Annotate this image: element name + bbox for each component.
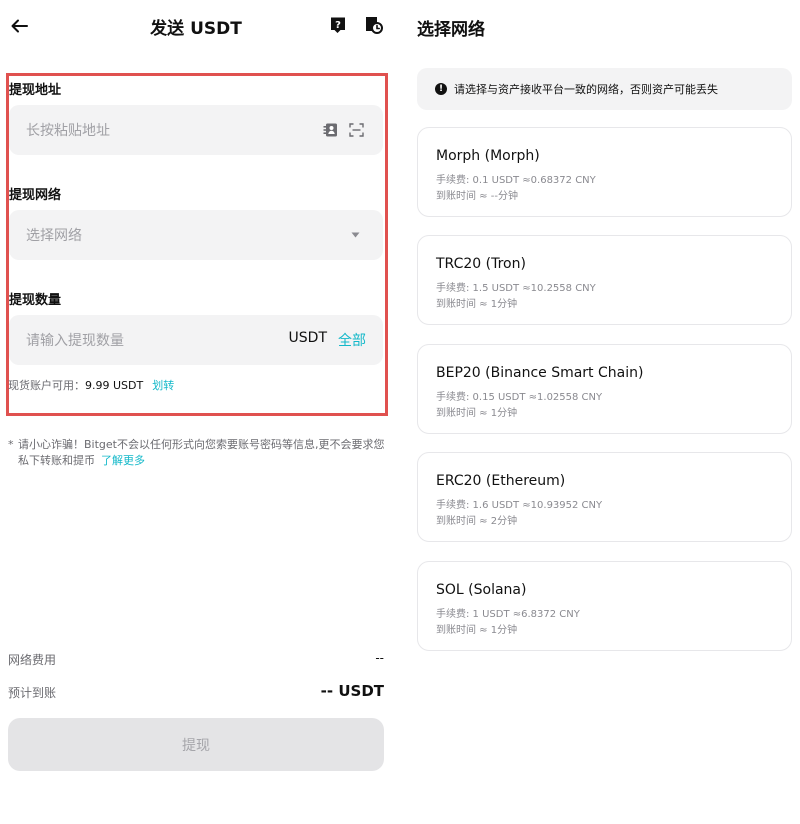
network-name: BEP20 (Binance Smart Chain) xyxy=(436,365,644,381)
fraud-warning: * 请小心诈骗！Bitget不会以任何形式向您索要账号密码等信息,更不会要求您私… xyxy=(8,437,386,469)
scan-icon xyxy=(348,123,364,137)
caret-down-icon xyxy=(351,232,359,238)
network-fee: 手续费: 0.15 USDT ≈1.02558 CNY xyxy=(436,392,603,403)
network-fee-row: 网络费用 -- xyxy=(8,651,384,668)
network-select[interactable]: 选择网络 xyxy=(9,210,383,260)
amount-label: 提现数量 xyxy=(9,293,62,308)
warning-asterisk: * xyxy=(8,438,14,451)
svg-text:?: ? xyxy=(335,20,341,31)
learn-more-link[interactable]: 了解更多 xyxy=(101,454,145,467)
network-option-morph[interactable]: Morph (Morph) 手续费: 0.1 USDT ≈0.68372 CNY… xyxy=(417,127,792,217)
history-button[interactable] xyxy=(364,15,384,35)
balance-label: 现货账户可用： xyxy=(8,379,85,392)
network-name: ERC20 (Ethereum) xyxy=(436,473,566,489)
network-option-sol[interactable]: SOL (Solana) 手续费: 1 USDT ≈6.8372 CNY 到账时… xyxy=(417,561,792,651)
amount-field[interactable]: 请输入提现数量 USDT 全部 xyxy=(9,315,383,365)
network-arrival-time: 到账时间 ≈ 2分钟 xyxy=(436,516,518,527)
all-amount-button[interactable]: 全部 xyxy=(338,330,366,350)
address-placeholder: 长按粘贴地址 xyxy=(26,123,110,139)
warning-text-wrap: 请小心诈骗！Bitget不会以任何形式向您索要账号密码等信息,更不会要求您私下转… xyxy=(8,437,386,469)
network-option-erc20[interactable]: ERC20 (Ethereum) 手续费: 1.6 USDT ≈10.93952… xyxy=(417,452,792,542)
network-select-panel: 选择网络 ! 请选择与资产接收平台一致的网络，否则资产可能丢失 Morph (M… xyxy=(400,0,800,824)
network-arrival-time: 到账时间 ≈ 1分钟 xyxy=(436,299,518,310)
withdraw-panel: 发送 USDT ? 提现地址 长按粘贴地址 提现网络 选择网络 提现数量 请输入… xyxy=(0,0,400,824)
warning-text: 请小心诈骗！Bitget不会以任何形式向您索要账号密码等信息,更不会要求您私下转… xyxy=(18,438,385,467)
network-fee-label: 网络费用 xyxy=(8,653,57,667)
address-field[interactable]: 长按粘贴地址 xyxy=(9,105,383,155)
network-option-bep20[interactable]: BEP20 (Binance Smart Chain) 手续费: 0.15 US… xyxy=(417,344,792,434)
network-label: 提现网络 xyxy=(9,188,62,203)
network-name: SOL (Solana) xyxy=(436,582,527,598)
address-label: 提现地址 xyxy=(9,83,62,98)
balance-value: 9.99 USDT xyxy=(85,379,144,392)
network-fee: 手续费: 1.5 USDT ≈10.2558 CNY xyxy=(436,283,596,294)
network-arrival-time: 到账时间 ≈ --分钟 xyxy=(436,191,518,202)
help-button[interactable]: ? xyxy=(330,16,346,34)
exclamation-icon: ! xyxy=(435,83,447,95)
amount-unit: USDT xyxy=(288,330,327,346)
history-icon xyxy=(366,17,383,34)
network-option-trc20[interactable]: TRC20 (Tron) 手续费: 1.5 USDT ≈10.2558 CNY … xyxy=(417,235,792,325)
available-balance: 现货账户可用：9.99 USDT 划转 xyxy=(8,377,174,393)
expected-amount-row: 预计到账 -- USDT xyxy=(8,682,384,701)
network-arrival-time: 到账时间 ≈ 1分钟 xyxy=(436,408,518,419)
amount-placeholder: 请输入提现数量 xyxy=(26,333,124,349)
network-name: Morph (Morph) xyxy=(436,148,540,164)
page: 发送 USDT ? 提现地址 长按粘贴地址 提现网络 选择网络 提现数量 请输入… xyxy=(0,0,800,824)
network-fee-value: -- xyxy=(375,651,384,665)
network-notice: ! 请选择与资产接收平台一致的网络，否则资产可能丢失 xyxy=(417,68,792,110)
expected-amount-label: 预计到账 xyxy=(8,686,57,700)
network-fee: 手续费: 1.6 USDT ≈10.93952 CNY xyxy=(436,500,603,511)
expected-amount-value: -- USDT xyxy=(320,682,384,700)
network-arrival-time: 到账时间 ≈ 1分钟 xyxy=(436,625,518,636)
contacts-button[interactable] xyxy=(322,122,338,138)
help-icon: ? xyxy=(331,17,345,33)
network-fee: 手续费: 1 USDT ≈6.8372 CNY xyxy=(436,609,580,620)
network-notice-text: 请选择与资产接收平台一致的网络，否则资产可能丢失 xyxy=(454,83,718,96)
network-dropdown-toggle[interactable] xyxy=(350,231,360,239)
network-fee: 手续费: 0.1 USDT ≈0.68372 CNY xyxy=(436,175,596,186)
withdraw-button[interactable]: 提现 xyxy=(8,718,384,771)
scan-button[interactable] xyxy=(348,122,364,138)
address-book-icon xyxy=(323,123,337,137)
network-panel-title: 选择网络 xyxy=(417,20,485,40)
network-name: TRC20 (Tron) xyxy=(436,256,526,272)
network-placeholder: 选择网络 xyxy=(26,228,82,244)
transfer-link[interactable]: 划转 xyxy=(152,379,174,392)
